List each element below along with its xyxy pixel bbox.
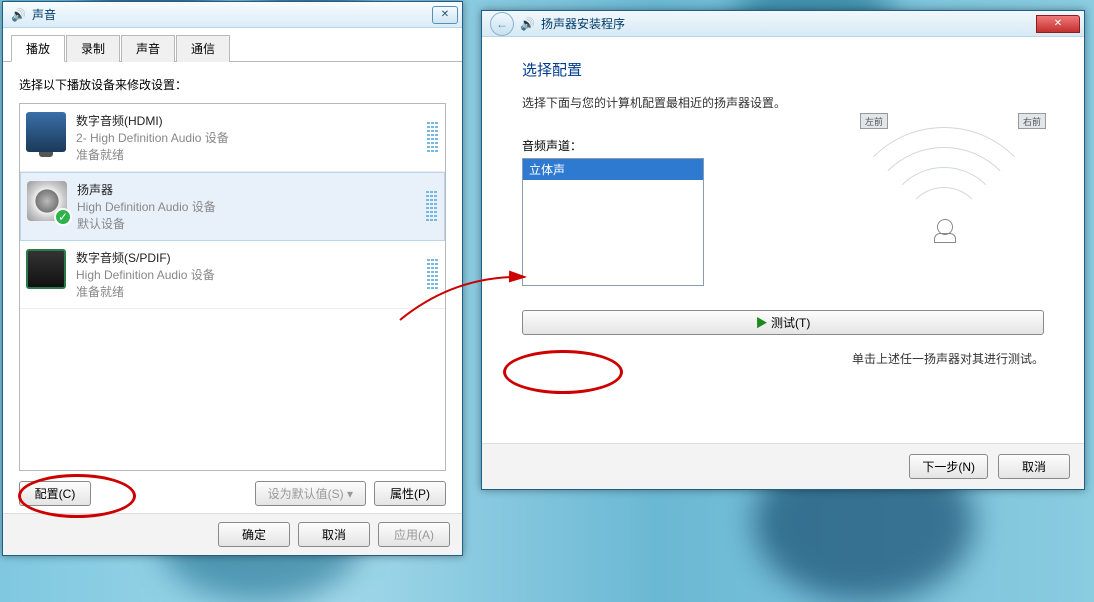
apply-button[interactable]: 应用(A) xyxy=(378,522,450,547)
chevron-down-icon: ▾ xyxy=(347,487,353,501)
next-button[interactable]: 下一步(N) xyxy=(909,454,988,479)
device-title: 扬声器 xyxy=(77,181,216,198)
device-sub: High Definition Audio 设备 xyxy=(76,266,215,283)
play-icon: ▶ xyxy=(756,316,768,330)
device-item-spdif[interactable]: 数字音频(S/PDIF) High Definition Audio 设备 准备… xyxy=(20,241,445,309)
sound-tabs: 播放 录制 声音 通信 xyxy=(3,28,462,62)
wizard-cancel-button[interactable]: 取消 xyxy=(998,454,1070,479)
close-button[interactable]: ✕ xyxy=(1036,15,1080,33)
ok-button[interactable]: 确定 xyxy=(218,522,290,547)
test-hint: 单击上述任一扬声器对其进行测试。 xyxy=(852,350,1044,367)
speaker-right[interactable]: 右前 xyxy=(1018,113,1046,129)
device-status: 准备就绪 xyxy=(76,283,215,300)
tab-playback[interactable]: 播放 xyxy=(11,35,65,62)
level-meter xyxy=(427,122,439,154)
close-button[interactable]: ✕ xyxy=(432,6,458,24)
level-meter xyxy=(426,191,438,223)
device-title: 数字音频(HDMI) xyxy=(76,112,229,129)
monitor-icon xyxy=(26,112,66,152)
device-list[interactable]: 数字音频(HDMI) 2- High Definition Audio 设备 准… xyxy=(19,103,446,471)
device-sub: High Definition Audio 设备 xyxy=(77,198,216,215)
back-button[interactable]: ← xyxy=(490,12,514,36)
listener-icon xyxy=(932,217,956,241)
device-item-hdmi[interactable]: 数字音频(HDMI) 2- High Definition Audio 设备 准… xyxy=(20,104,445,172)
speaker-left[interactable]: 左前 xyxy=(860,113,888,129)
test-label: 测试(T) xyxy=(771,316,810,330)
properties-button[interactable]: 属性(P) xyxy=(374,481,446,506)
channel-option-stereo[interactable]: 立体声 xyxy=(523,159,703,180)
tab-recording[interactable]: 录制 xyxy=(66,35,120,62)
default-check-icon: ✓ xyxy=(54,208,72,226)
instruction-text: 选择以下播放设备来修改设置： xyxy=(19,76,446,93)
wizard-titlebar[interactable]: ← 🔊 扬声器安装程序 ✕ xyxy=(482,11,1084,37)
device-status: 默认设备 xyxy=(77,215,216,232)
sound-titlebar[interactable]: 🔊 声音 ✕ xyxy=(3,2,462,28)
speaker-icon: 🔊 xyxy=(520,17,535,31)
device-sub: 2- High Definition Audio 设备 xyxy=(76,129,229,146)
speaker-setup-wizard: ← 🔊 扬声器安装程序 ✕ 选择配置 选择下面与您的计算机配置最相近的扬声器设置… xyxy=(481,10,1085,490)
set-default-label: 设为默认值(S) xyxy=(268,487,344,501)
wizard-title: 扬声器安装程序 xyxy=(541,15,1030,32)
amp-icon xyxy=(26,249,66,289)
speaker-icon: 🔊 xyxy=(11,8,26,22)
configure-button[interactable]: 配置(C) xyxy=(19,481,91,506)
tab-communications[interactable]: 通信 xyxy=(176,35,230,62)
sound-dialog: 🔊 声音 ✕ 播放 录制 声音 通信 选择以下播放设备来修改设置： 数字音频(H… xyxy=(2,1,463,556)
set-default-button[interactable]: 设为默认值(S) ▾ xyxy=(255,481,366,506)
level-meter xyxy=(427,259,439,291)
speaker-diagram: 左前 右前 xyxy=(824,97,1064,297)
speaker-icon: ✓ xyxy=(27,181,67,221)
wizard-heading: 选择配置 xyxy=(522,59,1044,80)
device-status: 准备就绪 xyxy=(76,146,229,163)
tab-sounds[interactable]: 声音 xyxy=(121,35,175,62)
cancel-button[interactable]: 取消 xyxy=(298,522,370,547)
device-item-speakers[interactable]: ✓ 扬声器 High Definition Audio 设备 默认设备 xyxy=(20,172,445,241)
device-title: 数字音频(S/PDIF) xyxy=(76,249,215,266)
channel-listbox[interactable]: 立体声 xyxy=(522,158,704,286)
sound-title: 声音 xyxy=(32,6,426,23)
